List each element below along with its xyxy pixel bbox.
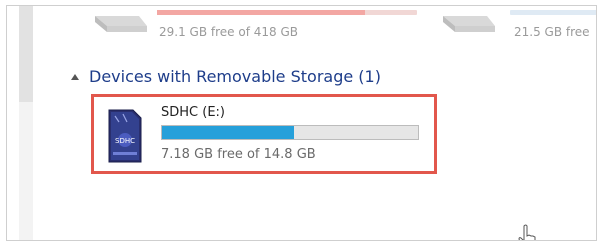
hard-drive-icon[interactable] — [439, 5, 497, 36]
scrollbar-thumb[interactable] — [19, 6, 33, 102]
capacity-bar-fill — [162, 126, 294, 139]
drive-usage-bar — [510, 10, 596, 15]
drive-free-space-text: 29.1 GB free of 418 GB — [159, 25, 298, 39]
drive-usage-bar-fill — [157, 10, 365, 15]
hand-cursor-icon — [518, 224, 536, 240]
group-header-removable-storage[interactable]: Devices with Removable Storage (1) — [71, 67, 381, 86]
device-name: SDHC (E:) — [161, 105, 225, 120]
sd-card-icon: SDHC — [108, 109, 142, 163]
device-free-space-text: 7.18 GB free of 14.8 GB — [161, 147, 316, 162]
drive-usage-bar — [157, 10, 417, 15]
capacity-bar — [161, 125, 419, 140]
file-explorer-pane: 29.1 GB free of 418 GB 21.5 GB free Devi… — [6, 5, 597, 241]
drive-free-space-text: 21.5 GB free — [514, 25, 590, 39]
hard-drive-icon[interactable] — [91, 5, 151, 36]
device-tile-sdhc[interactable]: SDHC SDHC (E:) 7.18 GB free of 14.8 GB — [91, 94, 437, 174]
group-title: Devices with Removable Storage (1) — [89, 67, 381, 86]
sd-card-icon-label: SDHC — [115, 137, 135, 145]
collapse-arrow-icon[interactable] — [71, 73, 79, 80]
